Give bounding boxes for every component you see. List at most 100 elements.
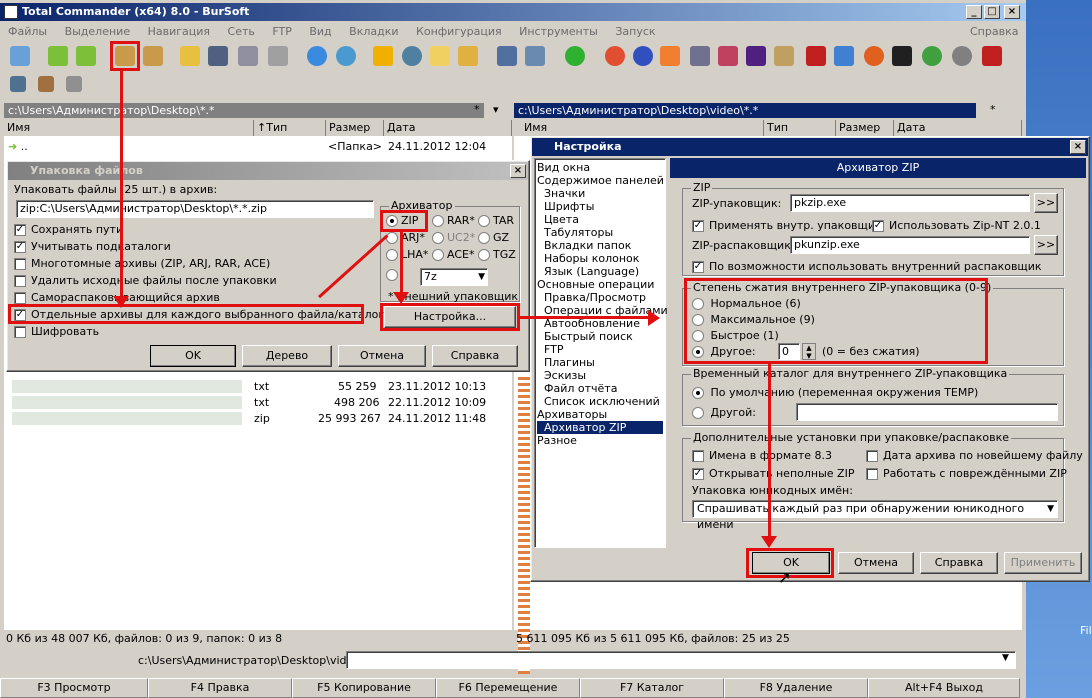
left-col-type[interactable]: ↑Тип <box>254 120 326 136</box>
search-icon[interactable] <box>402 46 422 66</box>
monitor-icon[interactable] <box>690 46 710 66</box>
work-damaged[interactable]: Работать с повреждёнными ZIP <box>866 467 1067 480</box>
pack-tree-button[interactable]: Дерево <box>242 345 332 367</box>
network-icon[interactable] <box>10 76 26 92</box>
pack-cancel-button[interactable]: Отмена <box>338 345 426 367</box>
tree-item[interactable]: Язык (Language) <box>544 265 639 278</box>
open-incomplete[interactable]: ✓ Открывать неполные ZIP <box>692 467 854 480</box>
star-icon[interactable] <box>180 46 200 66</box>
menu-config[interactable]: Конфигурация <box>416 25 502 38</box>
tree-item[interactable]: Шрифты <box>544 200 594 213</box>
fkey-f5[interactable]: F5 Копирование <box>292 678 436 698</box>
fkey-f4[interactable]: F4 Правка <box>148 678 292 698</box>
unpacker-input[interactable]: pkunzip.exe <box>790 236 1030 254</box>
pack-help-button[interactable]: Справка <box>432 345 518 367</box>
mail-icon[interactable] <box>774 46 794 66</box>
up-row[interactable]: ➜ .. <Папка> 24.11.2012 12:04 <box>8 140 508 153</box>
chat-icon[interactable] <box>834 46 854 66</box>
use-zipnt[interactable]: ✓ Использовать Zip-NT 2.0.1 <box>872 219 1041 232</box>
pack-option[interactable]: Шифровать <box>14 325 99 338</box>
tree-item[interactable]: Содержимое панелей <box>537 174 664 187</box>
right-col-date[interactable]: Дата <box>894 120 1022 136</box>
settings-help-button[interactable]: Справка <box>920 552 998 574</box>
firefox-icon[interactable] <box>864 46 884 66</box>
packer-input[interactable]: pkzip.exe <box>790 194 1030 212</box>
right-col-name[interactable]: Имя <box>514 120 764 136</box>
pack-ok-button[interactable]: OK <box>150 345 236 367</box>
sevenzip-select[interactable]: 7z ▼ <box>420 268 488 286</box>
left-col-name[interactable]: Имя <box>4 120 254 136</box>
desktop-label[interactable]: Fil <box>1080 624 1092 637</box>
tree-item[interactable]: Быстрый поиск <box>544 330 633 343</box>
minimize-button[interactable]: _ <box>966 5 982 19</box>
disk-icon[interactable] <box>952 46 972 66</box>
torrent-icon[interactable] <box>922 46 942 66</box>
globe-icon[interactable] <box>336 46 356 66</box>
forward-icon[interactable] <box>76 46 96 66</box>
warning-icon[interactable] <box>373 46 393 66</box>
cmdline-dropdown-icon[interactable]: ▼ <box>1002 653 1009 663</box>
right-col-type[interactable]: Тип <box>764 120 836 136</box>
right-path-bar[interactable]: c:\Users\Администратор\Desktop\video\*.* <box>514 103 976 118</box>
archiver-uc2[interactable]: UC2* <box>432 231 475 244</box>
temp-other[interactable]: Другой: <box>692 406 756 419</box>
tree-item[interactable]: Вкладки папок <box>544 239 631 252</box>
archiver-gz[interactable]: GZ <box>478 231 509 244</box>
unicode-select[interactable]: Спрашивать каждый раз при обнаружении юн… <box>692 500 1058 531</box>
refresh-icon[interactable] <box>10 46 30 66</box>
fkey-exit[interactable]: Alt+F4 Выход <box>868 678 1020 698</box>
copy-icon[interactable] <box>238 46 258 66</box>
unpacker-browse-button[interactable]: >> <box>1034 235 1058 255</box>
pack-option[interactable]: Удалить исходные файлы после упаковки <box>14 274 277 287</box>
chrome-icon[interactable] <box>605 46 625 66</box>
tree-item[interactable]: Список исключений <box>544 395 660 408</box>
tools-icon[interactable] <box>38 76 54 92</box>
orange-icon[interactable] <box>660 46 680 66</box>
folder-icon[interactable] <box>430 46 450 66</box>
left-star[interactable]: * <box>474 103 480 116</box>
pack-close-button[interactable]: × <box>510 164 526 178</box>
menu-net[interactable]: Сеть <box>228 25 255 38</box>
temp-default[interactable]: По умолчанию (переменная окружения TEMP) <box>692 386 978 399</box>
temp-other-input[interactable] <box>796 403 1058 421</box>
edit-icon[interactable] <box>208 46 228 66</box>
archiver-tgz[interactable]: TGZ <box>478 248 516 261</box>
settings-cancel-button[interactable]: Отмена <box>838 552 914 574</box>
fkey-f7[interactable]: F7 Каталог <box>580 678 724 698</box>
archiver-arj[interactable]: ARJ* <box>386 231 425 244</box>
close-button[interactable]: × <box>1004 5 1020 19</box>
archiver-tar[interactable]: TAR <box>478 214 514 227</box>
names83[interactable]: Имена в формате 8.3 <box>692 449 832 462</box>
image-icon[interactable] <box>497 46 517 66</box>
pack-target-input[interactable]: zip:C:\Users\Администратор\Desktop\*.*.z… <box>16 200 374 218</box>
photo-icon[interactable] <box>718 46 738 66</box>
green-circle-icon[interactable] <box>565 46 585 66</box>
left-up-button[interactable]: ▾ <box>493 103 499 116</box>
menu-launch[interactable]: Запуск <box>615 25 655 38</box>
app64-icon[interactable] <box>982 46 1002 66</box>
tree-item[interactable]: FTP <box>544 343 564 356</box>
clipboard-icon[interactable] <box>268 46 288 66</box>
menu-nav[interactable]: Навигация <box>148 25 210 38</box>
tree-item[interactable]: Табуляторы <box>544 226 613 239</box>
tree-item[interactable]: Правка/Просмотр <box>544 291 646 304</box>
tree-item[interactable]: Значки <box>544 187 585 200</box>
left-path-bar[interactable]: c:\Users\Администратор\Desktop\*.* <box>4 103 484 118</box>
archive-date[interactable]: Дата архива по новейшему файлу <box>866 449 1083 462</box>
menu-tools[interactable]: Инструменты <box>519 25 598 38</box>
tree-item-selected[interactable]: Архиватор ZIP <box>537 421 663 434</box>
play-icon[interactable] <box>633 46 653 66</box>
tree-item[interactable]: Наборы колонок <box>544 252 639 265</box>
menu-files[interactable]: Файлы <box>8 25 47 38</box>
tree-item[interactable]: Вид окна <box>537 161 590 174</box>
pack-option[interactable]: ✓ Сохранять пути <box>14 223 123 236</box>
settings-close-button[interactable]: × <box>1070 140 1086 154</box>
red-app-icon[interactable] <box>806 46 826 66</box>
pack-option[interactable]: ✓ Учитывать подкаталоги <box>14 240 171 253</box>
packer-browse-button[interactable]: >> <box>1034 193 1058 213</box>
settings-apply-button[interactable]: Применить <box>1004 552 1082 574</box>
lock-icon[interactable] <box>458 46 478 66</box>
tree-item[interactable]: Разное <box>537 434 577 447</box>
use-internal-unpacker[interactable]: ✓ По возможности использовать внутренний … <box>692 260 1042 273</box>
fkey-f6[interactable]: F6 Перемещение <box>436 678 580 698</box>
